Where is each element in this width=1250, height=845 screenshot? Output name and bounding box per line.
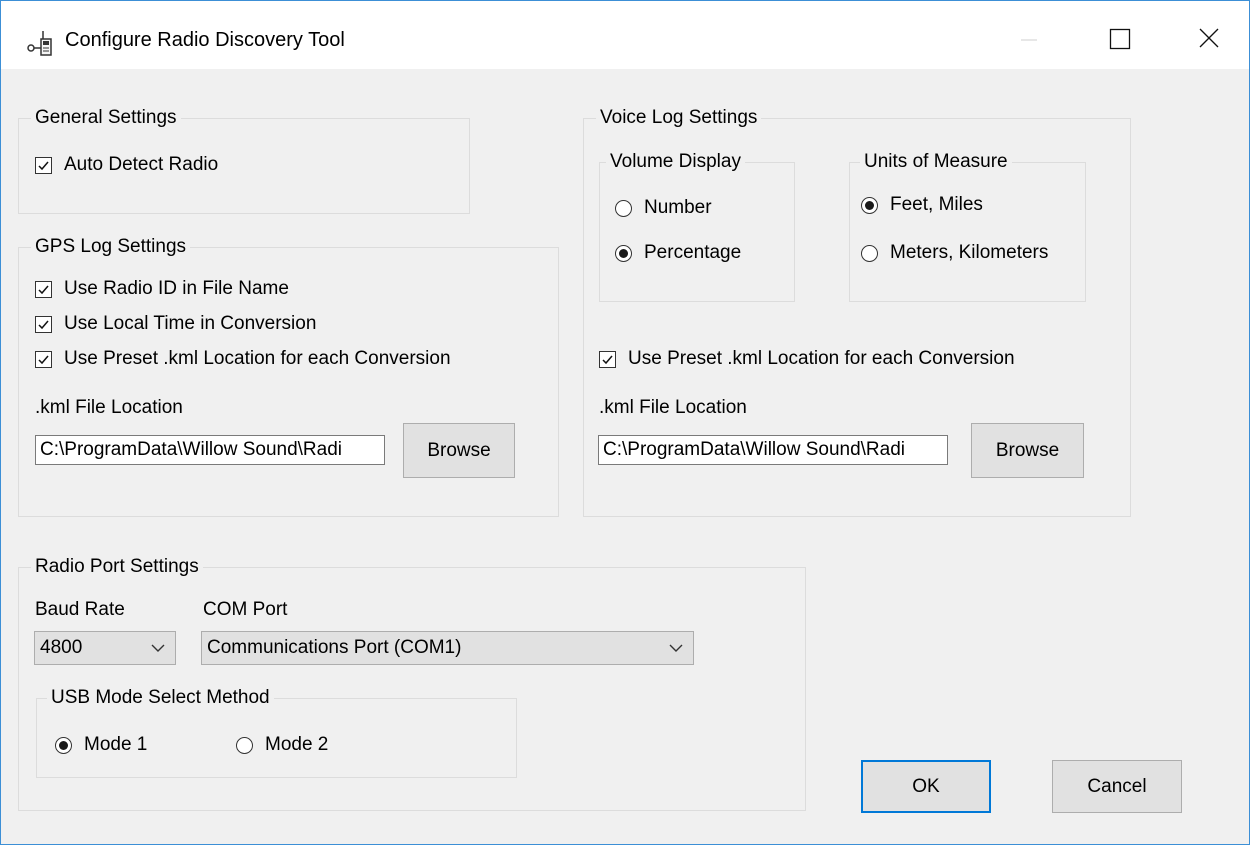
voice-kml-location-label: .kml File Location <box>599 397 747 418</box>
checkbox-box <box>35 280 52 298</box>
units-feet-miles-label: Feet, Miles <box>890 194 983 215</box>
title-bar: Configure Radio Discovery Tool <box>1 1 1249 69</box>
units-of-measure-group: Units of Measure <box>849 151 1086 302</box>
minimize-button[interactable] <box>1007 21 1051 57</box>
maximize-icon <box>1109 28 1131 50</box>
usb-mode-2-radio[interactable]: Mode 2 <box>236 733 328 757</box>
radio-app-icon <box>27 31 52 56</box>
volume-display-legend: Volume Display <box>610 151 741 172</box>
minimize-icon <box>1021 39 1037 41</box>
radio-circle <box>861 244 878 262</box>
gps-browse-button[interactable]: Browse <box>403 423 515 478</box>
baud-rate-select[interactable]: 4800 <box>34 631 176 665</box>
use-local-time-checkbox[interactable]: Use Local Time in Conversion <box>35 312 316 336</box>
dialog-window: Configure Radio Discovery Tool General S… <box>0 0 1250 845</box>
com-port-label: COM Port <box>203 599 288 620</box>
voice-use-preset-kml-label: Use Preset .kml Location for each Conver… <box>628 348 1015 369</box>
window-title: Configure Radio Discovery Tool <box>65 29 345 51</box>
ok-button[interactable]: OK <box>861 760 991 813</box>
auto-detect-radio-label: Auto Detect Radio <box>64 154 219 175</box>
volume-display-group: Volume Display <box>599 151 795 302</box>
baud-rate-label: Baud Rate <box>35 599 125 620</box>
volume-number-label: Number <box>644 197 712 218</box>
use-local-time-label: Use Local Time in Conversion <box>64 313 317 334</box>
volume-percentage-radio[interactable]: Percentage <box>615 241 741 265</box>
radio-circle <box>236 736 253 754</box>
com-port-value: Communications Port (COM1) <box>207 637 462 658</box>
checkbox-box <box>599 350 616 368</box>
units-meters-kilometers-radio[interactable]: Meters, Kilometers <box>861 241 1048 265</box>
com-port-select[interactable]: Communications Port (COM1) <box>201 631 694 665</box>
checkmark-icon <box>38 285 49 294</box>
gps-kml-path-input[interactable]: C:\ProgramData\Willow Sound\Radi <box>35 435 385 465</box>
close-button[interactable] <box>1187 21 1231 57</box>
voice-browse-button[interactable]: Browse <box>971 423 1084 478</box>
checkmark-icon <box>38 320 49 329</box>
checkbox-box <box>35 350 52 368</box>
checkmark-icon <box>38 161 49 170</box>
gps-use-preset-kml-checkbox[interactable]: Use Preset .kml Location for each Conver… <box>35 347 451 371</box>
radio-circle-selected <box>615 244 632 262</box>
cancel-button[interactable]: Cancel <box>1052 760 1182 813</box>
usb-mode-2-label: Mode 2 <box>265 734 329 755</box>
checkbox-box <box>35 315 52 333</box>
close-icon <box>1199 28 1219 48</box>
chevron-down-icon <box>151 644 165 652</box>
usb-mode-1-radio[interactable]: Mode 1 <box>55 733 147 757</box>
units-of-measure-legend: Units of Measure <box>864 151 1008 172</box>
units-meters-kilometers-label: Meters, Kilometers <box>890 242 1049 263</box>
voice-log-settings-legend: Voice Log Settings <box>600 107 758 128</box>
gps-kml-location-label: .kml File Location <box>35 397 183 418</box>
radio-circle-selected <box>861 196 878 214</box>
checkbox-box <box>35 156 52 174</box>
auto-detect-radio-checkbox[interactable]: Auto Detect Radio <box>35 153 218 177</box>
checkmark-icon <box>602 355 613 364</box>
volume-percentage-label: Percentage <box>644 242 742 263</box>
gps-log-settings-legend: GPS Log Settings <box>35 236 187 257</box>
volume-number-radio[interactable]: Number <box>615 196 712 220</box>
usb-mode-1-label: Mode 1 <box>84 734 148 755</box>
radio-port-settings-legend: Radio Port Settings <box>35 556 199 577</box>
use-radio-id-checkbox[interactable]: Use Radio ID in File Name <box>35 277 289 301</box>
voice-use-preset-kml-checkbox[interactable]: Use Preset .kml Location for each Conver… <box>599 347 1015 371</box>
voice-kml-path-input[interactable]: C:\ProgramData\Willow Sound\Radi <box>598 435 948 465</box>
radio-circle <box>615 199 632 217</box>
maximize-button[interactable] <box>1098 21 1142 57</box>
gps-use-preset-kml-label: Use Preset .kml Location for each Conver… <box>64 348 451 369</box>
baud-rate-value: 4800 <box>40 637 83 658</box>
general-settings-legend: General Settings <box>35 107 177 128</box>
checkmark-icon <box>38 355 49 364</box>
chevron-down-icon <box>669 644 683 652</box>
units-feet-miles-radio[interactable]: Feet, Miles <box>861 193 983 217</box>
radio-circle-selected <box>55 736 72 754</box>
usb-mode-legend: USB Mode Select Method <box>51 687 270 708</box>
use-radio-id-label: Use Radio ID in File Name <box>64 278 289 299</box>
